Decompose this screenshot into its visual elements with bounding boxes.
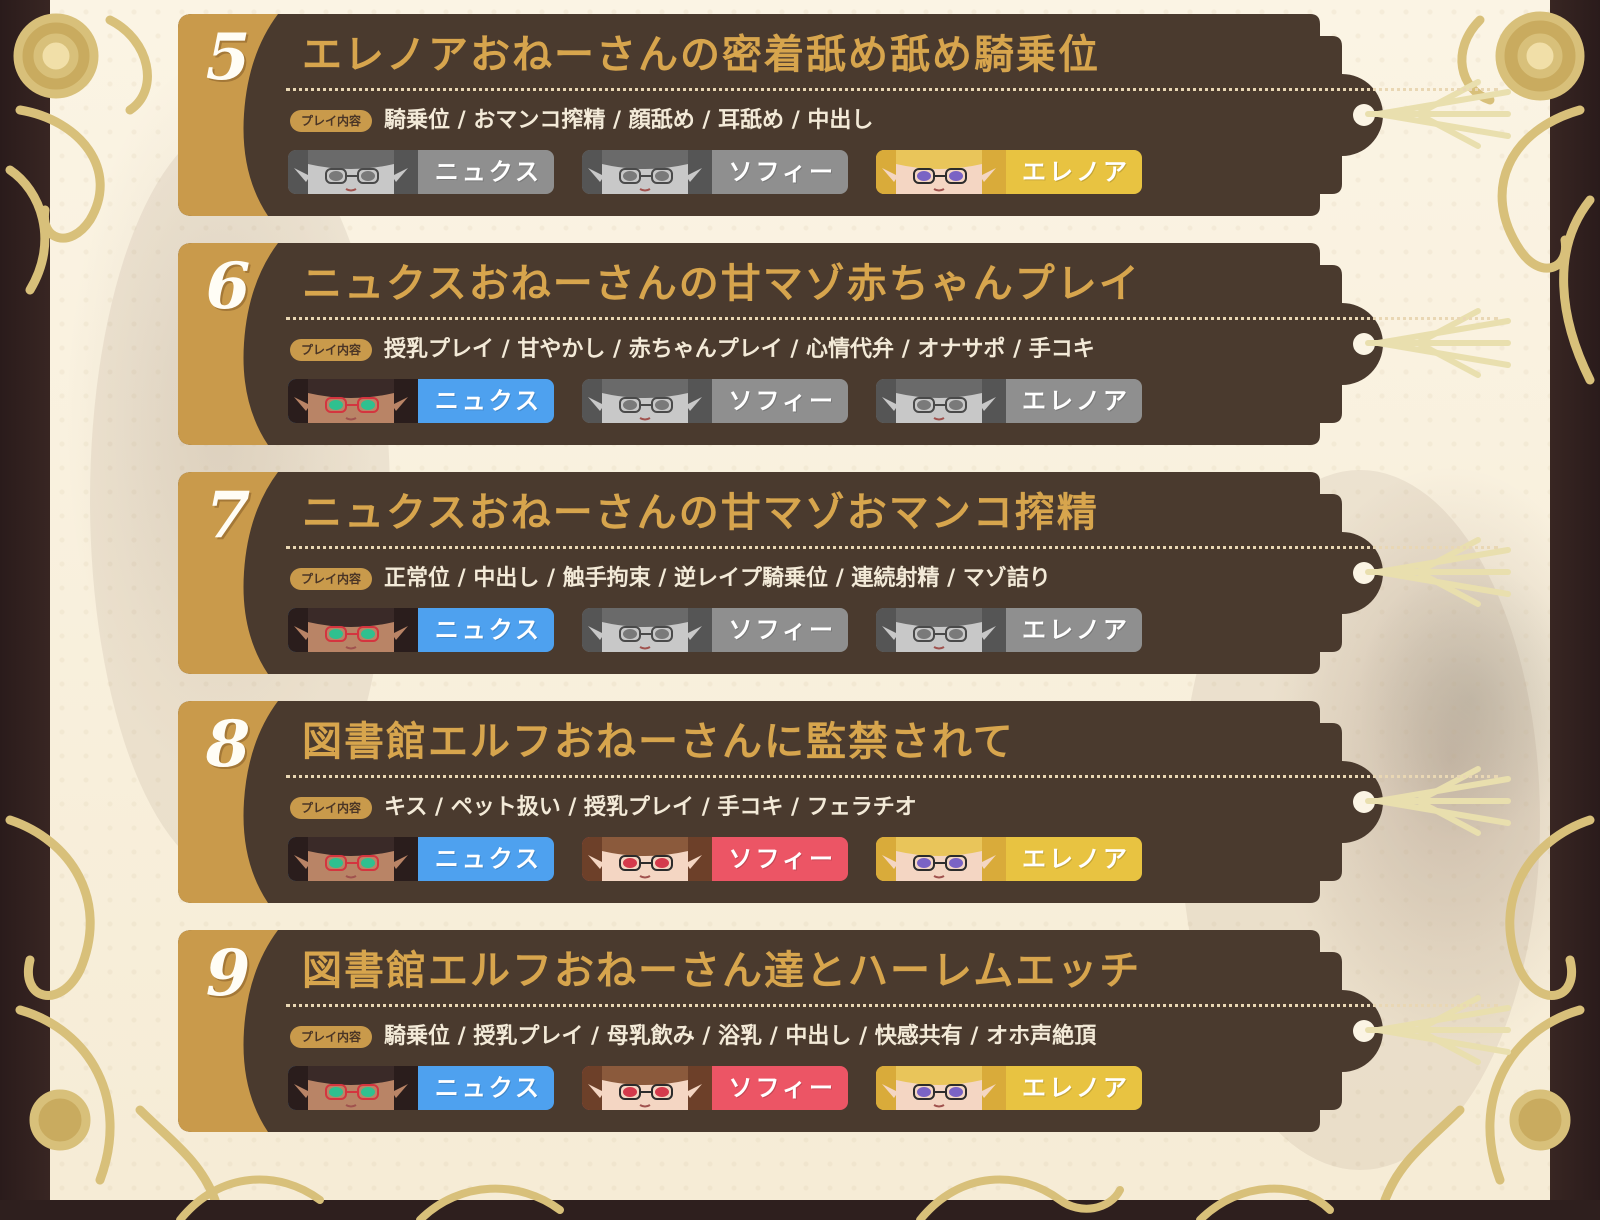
sophie-portrait-icon — [582, 608, 712, 652]
character-chip-eleanor: エレノア — [876, 1066, 1142, 1110]
ornament-top-left-icon — [5, 13, 152, 295]
character-chip-sophie: ソフィー — [582, 1066, 848, 1110]
track-card-9: 9 図書館エルフおねーさん達とハーレムエッチ プレイ内容 騎乗位 / 授乳プレイ… — [178, 930, 1511, 1132]
dotted-divider — [286, 775, 1498, 778]
play-content-badge: プレイ内容 — [290, 339, 372, 361]
character-chip-eleanor: エレノア — [876, 379, 1142, 423]
character-name: ソフィー — [728, 387, 836, 415]
character-chip-eleanor: エレノア — [876, 150, 1142, 194]
eleanor-portrait-icon — [876, 1066, 1006, 1110]
track-title: ニュクスおねーさんの甘マゾおマンコ搾精 — [302, 490, 1099, 536]
character-chip-sophie: ソフィー — [582, 608, 848, 652]
eleanor-portrait-icon — [876, 837, 1006, 881]
track-card-5: 5 エレノアおねーさんの密着舐め舐め騎乗位 プレイ内容 騎乗位 / おマンコ搾精… — [178, 14, 1511, 216]
sophie-portrait-icon — [582, 837, 712, 881]
nyx-portrait-icon — [288, 379, 418, 423]
track-number: 9 — [205, 936, 251, 1011]
play-content-list: キス / ペット扱い / 授乳プレイ / 手コキ / フェラチオ — [384, 795, 917, 820]
character-name: ソフィー — [728, 616, 836, 644]
track-title: エレノアおねーさんの密着舐め舐め騎乗位 — [302, 32, 1100, 78]
character-name: ソフィー — [728, 1074, 836, 1102]
dotted-divider — [286, 317, 1498, 320]
sophie-portrait-icon — [582, 150, 712, 194]
character-name: エレノア — [1022, 158, 1130, 186]
character-chip-sophie: ソフィー — [582, 837, 848, 881]
tassel-icon — [1365, 995, 1511, 1065]
play-content-badge: プレイ内容 — [290, 568, 372, 590]
track-title: ニュクスおねーさんの甘マゾ赤ちゃんプレイ — [302, 261, 1141, 307]
character-chip-eleanor: エレノア — [876, 608, 1142, 652]
play-content-list: 騎乗位 / おマンコ搾精 / 顔舐め / 耳舐め / 中出し — [384, 108, 874, 133]
character-chip-sophie: ソフィー — [582, 150, 848, 194]
nyx-portrait-icon — [288, 837, 418, 881]
nyx-portrait-icon — [288, 608, 418, 652]
character-name: ニュクス — [434, 616, 542, 644]
track-card-7: 7 ニュクスおねーさんの甘マゾおマンコ搾精 プレイ内容 正常位 / 中出し / … — [178, 472, 1511, 674]
tassel-icon — [1365, 537, 1511, 607]
play-content-list: 騎乗位 / 授乳プレイ / 母乳飲み / 浴乳 / 中出し / 快感共有 / オ… — [384, 1024, 1097, 1049]
character-name: ソフィー — [728, 158, 836, 186]
track-title: 図書館エルフおねーさん達とハーレムエッチ — [302, 948, 1142, 994]
tassel-icon — [1365, 308, 1511, 378]
character-name: エレノア — [1022, 616, 1130, 644]
character-chip-sophie: ソフィー — [582, 379, 848, 423]
character-chip-nyx: ニュクス — [288, 150, 554, 194]
track-card-8: 8 図書館エルフおねーさんに監禁されて プレイ内容 キス / ペット扱い / 授… — [178, 701, 1511, 903]
character-name: ソフィー — [728, 845, 836, 873]
tassel-icon — [1365, 766, 1511, 836]
play-content-badge: プレイ内容 — [290, 110, 372, 132]
character-name: エレノア — [1022, 1074, 1130, 1102]
track-number: 6 — [205, 249, 251, 324]
track-number: 5 — [205, 20, 251, 95]
character-name: エレノア — [1022, 845, 1130, 873]
play-content-badge: プレイ内容 — [290, 1026, 372, 1048]
track-card-6: 6 ニュクスおねーさんの甘マゾ赤ちゃんプレイ プレイ内容 授乳プレイ / 甘やか… — [178, 243, 1511, 445]
nyx-portrait-icon — [288, 1066, 418, 1110]
eleanor-portrait-icon — [876, 150, 1006, 194]
play-content-list: 授乳プレイ / 甘やかし / 赤ちゃんプレイ / 心情代弁 / オナサポ / 手… — [384, 337, 1095, 362]
character-chip-nyx: ニュクス — [288, 379, 554, 423]
eleanor-portrait-icon — [876, 608, 1006, 652]
tassel-icon — [1365, 79, 1511, 149]
dotted-divider — [286, 1004, 1498, 1007]
character-name: ニュクス — [434, 158, 542, 186]
play-content-badge: プレイ内容 — [290, 797, 372, 819]
eleanor-portrait-icon — [876, 379, 1006, 423]
play-content-list: 正常位 / 中出し / 触手拘束 / 逆レイプ騎乗位 / 連続射精 / マゾ詰り — [384, 566, 1051, 591]
character-chip-eleanor: エレノア — [876, 837, 1142, 881]
nyx-portrait-icon — [288, 150, 418, 194]
character-chip-nyx: ニュクス — [288, 608, 554, 652]
sophie-portrait-icon — [582, 1066, 712, 1110]
ornament-bottom-border-icon — [176, 1175, 1334, 1220]
character-name: ニュクス — [434, 845, 542, 873]
track-title: 図書館エルフおねーさんに監禁されて — [302, 719, 1015, 765]
sophie-portrait-icon — [582, 379, 712, 423]
track-number: 8 — [205, 707, 251, 782]
character-name: ニュクス — [434, 1074, 542, 1102]
character-chip-nyx: ニュクス — [288, 837, 554, 881]
track-number: 7 — [205, 478, 251, 553]
character-name: ニュクス — [434, 387, 542, 415]
character-name: エレノア — [1022, 387, 1130, 415]
dotted-divider — [286, 546, 1498, 549]
dotted-divider — [286, 88, 1498, 91]
character-chip-nyx: ニュクス — [288, 1066, 554, 1110]
